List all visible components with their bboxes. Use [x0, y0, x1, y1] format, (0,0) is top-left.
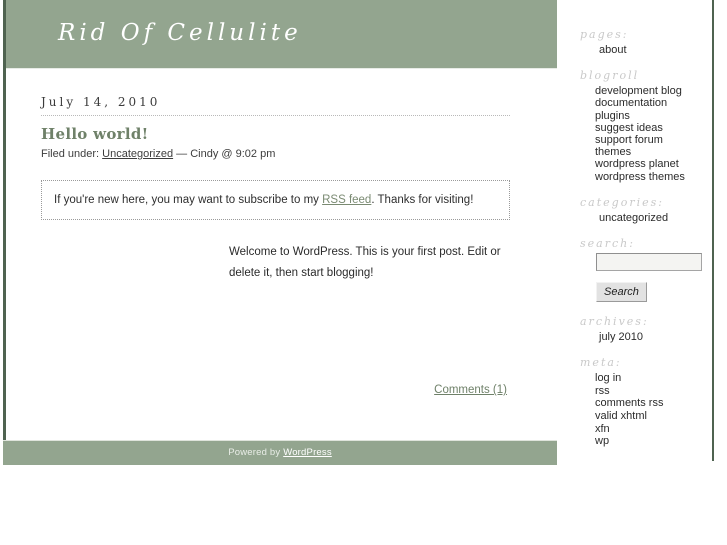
rss-subscribe-box: If you're new here, you may want to subs… [41, 180, 510, 220]
sidebar-link-july-2010[interactable]: july 2010 [599, 331, 643, 343]
footer-powered-by: Powered by [228, 447, 281, 458]
list-item[interactable]: log in [595, 372, 712, 385]
sidebar-link-wordpress-planet[interactable]: wordpress planet [595, 158, 679, 170]
sidebar-heading-meta: meta: [580, 356, 622, 370]
list-item[interactable]: plugins [595, 110, 712, 122]
post-date: July 14, 2010 [41, 95, 161, 109]
sidebar-section-meta: meta: log in rss comments rss valid xhtm… [580, 356, 712, 448]
sidebar-link-comments-rss[interactable]: comments rss [595, 397, 663, 409]
sidebar-link-wordpress-themes[interactable]: wordpress themes [595, 171, 685, 183]
page-root: Rid Of Cellulite July 14, 2010 Hello wor… [0, 0, 727, 545]
sidebar-heading-blogroll: blogroll [580, 69, 640, 83]
sidebar-link-themes[interactable]: themes [595, 146, 631, 158]
sidebar-link-uncategorized[interactable]: uncategorized [599, 212, 668, 224]
sidebar-link-suggest-ideas[interactable]: suggest ideas [595, 122, 663, 134]
sidebar-section-search: search: Search [580, 237, 712, 303]
list-item[interactable]: wordpress themes [595, 171, 712, 183]
post-divider [41, 115, 510, 116]
sidebar: pages: about blogroll development blog d… [580, 0, 714, 461]
sidebar-link-about[interactable]: about [599, 44, 627, 56]
list-item[interactable]: rss [595, 385, 712, 398]
post-category-link[interactable]: Uncategorized [102, 148, 173, 160]
list-item[interactable]: valid xhtml [595, 410, 712, 423]
sidebar-list-meta: log in rss comments rss valid xhtml xfn … [580, 372, 712, 448]
rss-feed-link[interactable]: RSS feed [322, 194, 371, 206]
list-item[interactable]: wp [595, 435, 712, 448]
sidebar-section-archives: archives: july 2010 [580, 315, 712, 343]
sidebar-heading-search: search: [580, 237, 635, 251]
list-item[interactable]: about [599, 44, 712, 56]
list-item[interactable]: xfn [595, 423, 712, 436]
sidebar-list-blogroll: development blog documentation plugins s… [580, 85, 712, 183]
post-body: Welcome to WordPress. This is your first… [229, 242, 510, 284]
sidebar-list-pages: about [580, 44, 712, 56]
site-header: Rid Of Cellulite [6, 0, 557, 69]
sidebar-link-documentation[interactable]: documentation [595, 97, 667, 109]
list-item[interactable]: wordpress planet [595, 158, 712, 170]
main-column: Rid Of Cellulite July 14, 2010 Hello wor… [3, 0, 557, 465]
sidebar-link-development-blog[interactable]: development blog [595, 85, 682, 97]
sidebar-link-log-in[interactable]: log in [595, 372, 621, 384]
rss-notice-after: . Thanks for visiting! [371, 194, 474, 206]
sidebar-link-rss[interactable]: rss [595, 385, 610, 397]
site-footer: Powered by WordPress [3, 440, 557, 465]
comments-link[interactable]: Comments (1) [434, 384, 507, 396]
sidebar-link-wp[interactable]: wp [595, 435, 609, 447]
list-item[interactable]: july 2010 [599, 331, 712, 343]
post-content-area: July 14, 2010 Hello world! Filed under: … [6, 69, 557, 440]
list-item[interactable]: development blog [595, 85, 712, 97]
sidebar-section-categories: categories: uncategorized [580, 196, 712, 224]
list-item[interactable]: uncategorized [599, 212, 712, 224]
post-body-text: Welcome to WordPress. This is your first… [229, 246, 501, 279]
sidebar-link-xfn[interactable]: xfn [595, 423, 610, 435]
post-meta: Filed under: Uncategorized — Cindy @ 9:0… [41, 148, 510, 160]
sidebar-list-archives: july 2010 [580, 331, 712, 343]
list-item[interactable]: documentation [595, 97, 712, 109]
sidebar-heading-categories: categories: [580, 195, 664, 209]
post-title: Hello world! [41, 125, 149, 143]
list-item[interactable]: themes [595, 146, 712, 158]
post-meta-suffix: — Cindy @ 9:02 pm [176, 148, 276, 160]
comments-line: Comments (1) [41, 380, 510, 398]
site-title: Rid Of Cellulite [58, 20, 302, 46]
sidebar-section-pages: pages: about [580, 28, 712, 56]
sidebar-list-categories: uncategorized [580, 212, 712, 224]
post-meta-prefix: Filed under: [41, 148, 100, 160]
rss-notice-before: If you're new here, you may want to subs… [54, 194, 319, 206]
search-form: Search [580, 253, 712, 303]
list-item[interactable]: comments rss [595, 397, 712, 410]
list-item[interactable]: support forum [595, 134, 712, 146]
sidebar-link-plugins[interactable]: plugins [595, 110, 630, 122]
sidebar-link-support-forum[interactable]: support forum [595, 134, 663, 146]
list-item[interactable]: suggest ideas [595, 122, 712, 134]
sidebar-heading-pages: pages: [580, 28, 629, 41]
sidebar-heading-archives: archives: [580, 315, 649, 329]
wordpress-link[interactable]: WordPress [283, 447, 332, 458]
search-input[interactable] [596, 253, 702, 272]
sidebar-link-valid-xhtml[interactable]: valid xhtml [595, 410, 647, 422]
sidebar-section-blogroll: blogroll development blog documentation … [580, 69, 712, 183]
search-button[interactable]: Search [596, 282, 647, 303]
